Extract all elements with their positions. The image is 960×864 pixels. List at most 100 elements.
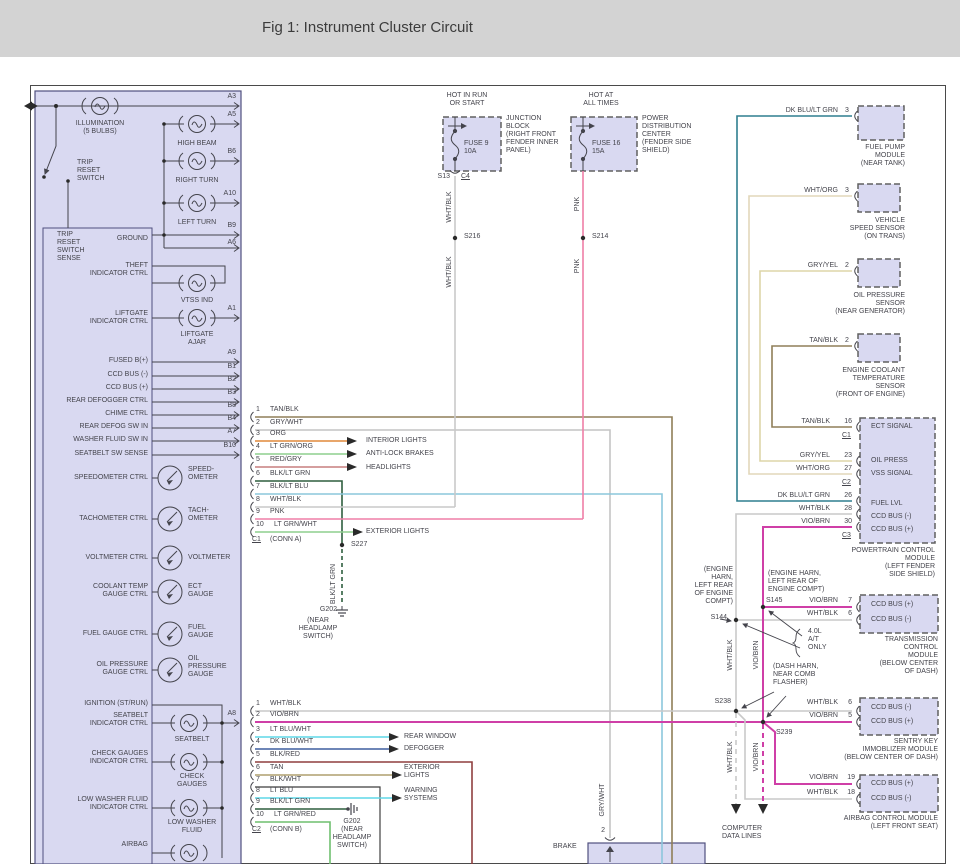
pin-a8: A8 [227, 710, 236, 718]
conn-c2-cup [251, 770, 254, 780]
splice-s214: S214 [592, 233, 608, 241]
pin-b4: B4 [227, 415, 236, 423]
pin-tachometer: TACHOMETER CTRL [79, 515, 148, 523]
gauge-ect: ECT GAUGE [188, 583, 213, 599]
pcm-w27: WHT/ORG [796, 465, 830, 473]
c2-num-3: 3 [256, 726, 260, 734]
c1-wire-10: LT GRN/WHT [274, 521, 317, 529]
c2-wire-2: VIO/BRN [270, 711, 299, 719]
conn-c2-cup [251, 782, 254, 792]
pcm-w16: TAN/BLK [801, 418, 830, 426]
pin-ccd-minus: CCD BUS (-) [108, 371, 148, 379]
wire-pnk-v1: PNK [574, 197, 582, 211]
splice-s227: S227 [351, 541, 367, 549]
bulb-check-gauges: CHECK GAUGES [177, 773, 207, 789]
module-pin-cup [857, 422, 860, 432]
c2-wire-3: LT BLU/WHT [270, 726, 311, 734]
oil-pressure-sensor-box [858, 259, 900, 287]
ground-g202-1-loc: (NEAR HEADLAMP SWITCH) [299, 617, 338, 641]
ops-wire: GRY/YEL [808, 262, 838, 270]
pin-seatbelt-ind: SEATBELT INDICATOR CTRL [90, 712, 148, 728]
c1-num-9: 9 [256, 508, 260, 516]
c1-wire-8: WHT/BLK [270, 496, 301, 504]
wire-blk-lt-grn-v: BLK/LT GRN [330, 564, 338, 604]
module-pin-cup [857, 779, 860, 789]
module-pin-cup [857, 496, 860, 506]
gauge-fuel: FUEL GAUGE [188, 624, 213, 640]
c2-num-10: 10 [256, 811, 264, 819]
pcm-w26: DK BLU/LT GRN [778, 492, 830, 500]
trip-reset-switch: TRIP RESET SWITCH [77, 159, 105, 183]
c2-num-6: 6 [256, 764, 260, 772]
module-pin-cup [857, 469, 860, 479]
c1-num-6: 6 [256, 470, 260, 478]
bulb-liftgate-ajar: LIFTGATE AJAR [181, 331, 214, 347]
module-pin-cup [857, 602, 860, 612]
conn-c1-cup [251, 476, 254, 486]
conn-c1: C1 [252, 536, 261, 544]
pcm-ccd-minus: CCD BUS (-) [871, 513, 911, 521]
c2-wire-9: BLK/LT GRN [270, 798, 310, 806]
pin-a9: A9 [227, 349, 236, 357]
skim-title: SENTRY KEY IMMOBLIZER MODULE (BELOW CENT… [844, 738, 938, 762]
conn-c1-cup [251, 462, 254, 472]
dest-defogger: DEFOGGER [404, 745, 444, 753]
tcm-ccd-minus: CCD BUS (-) [871, 616, 911, 624]
bulb-left-turn: LEFT TURN [178, 219, 216, 227]
conn-c2-cup [251, 744, 254, 754]
fp-pin: 3 [845, 107, 849, 115]
junction-block: JUNCTION BLOCK (RIGHT FRONT FENDER INNER… [506, 115, 559, 155]
c1-num-3: 3 [256, 430, 260, 438]
pin-a3: A3 [227, 93, 236, 101]
c1-num-5: 5 [256, 456, 260, 464]
conn-c2-cup [251, 717, 254, 727]
c1-wire-7: BLK/LT BLU [270, 483, 308, 491]
dest-interior-lights: INTERIOR LIGHTS [366, 437, 427, 445]
ground-g202-1: G202 [320, 606, 337, 614]
ops-pin: 2 [845, 262, 849, 270]
trip-reset-switch-sense: TRIP RESET SWITCH SENSE [57, 231, 85, 263]
wire-gry-wht-v: GRY/WHT [599, 784, 607, 817]
dest-rear-window: REAR WINDOW [404, 733, 456, 741]
hot-in-run: HOT IN RUN OR START [447, 92, 488, 108]
brake-switch-box [588, 843, 705, 864]
pcm-w23: GRY/YEL [800, 452, 830, 460]
c1-wire-6: BLK/LT GRN [270, 470, 310, 478]
pin-fuel-gauge: FUEL GAUGE CTRL [83, 630, 148, 638]
splice-s13: S13 [438, 173, 450, 181]
cluster-illumination: ILLUMINATION (5 BULBS) [76, 120, 125, 136]
pcm-p16: 16 [844, 418, 852, 426]
c2-num-2: 2 [256, 711, 260, 719]
conn-c1-a: (CONN A) [270, 536, 302, 544]
hot-at-all-times: HOT AT ALL TIMES [583, 92, 618, 108]
wire-vio-brn-ccd [763, 527, 852, 722]
dest-warning-systems: WARNING SYSTEMS [404, 787, 438, 803]
gauge-oil-pressure: OIL PRESSURE GAUGE [188, 655, 227, 679]
pin-fused-b: FUSED B(+) [109, 357, 148, 365]
module-pin-cup [857, 706, 860, 716]
pcm-c2: C2 [842, 479, 851, 487]
pin-washer-fluid-sw: WASHER FLUID SW IN [73, 436, 148, 444]
ect-wire: TAN/BLK [809, 337, 838, 345]
bulb-low-washer: LOW WASHER FLUID [168, 819, 216, 835]
pin-b8: B8 [227, 402, 236, 410]
pcm-p27: 27 [844, 465, 852, 473]
pcm-c1: C1 [842, 432, 851, 440]
module-pin-cup [857, 509, 860, 519]
pcm-p26: 26 [844, 492, 852, 500]
conn-c2-cup [251, 757, 254, 767]
c2-wire-4: DK BLU/WHT [270, 738, 313, 746]
acm-p19: 19 [847, 774, 855, 782]
module-pin-cup [855, 266, 858, 276]
c1-wire-3: ORG [270, 430, 286, 438]
conn-c4: C4 [461, 173, 470, 181]
brake-label: BRAKE [553, 843, 577, 851]
tcm-w6: WHT/BLK [807, 610, 838, 618]
vss-wire: WHT/ORG [804, 187, 838, 195]
bulb-right-turn: RIGHT TURN [176, 177, 219, 185]
c1-wire-9: PNK [270, 508, 284, 516]
pin-a6: A6 [227, 239, 236, 247]
pin-voltmeter: VOLTMETER CTRL [86, 554, 149, 562]
pin-a1: A1 [227, 305, 236, 313]
splice-s216: S216 [464, 233, 480, 241]
